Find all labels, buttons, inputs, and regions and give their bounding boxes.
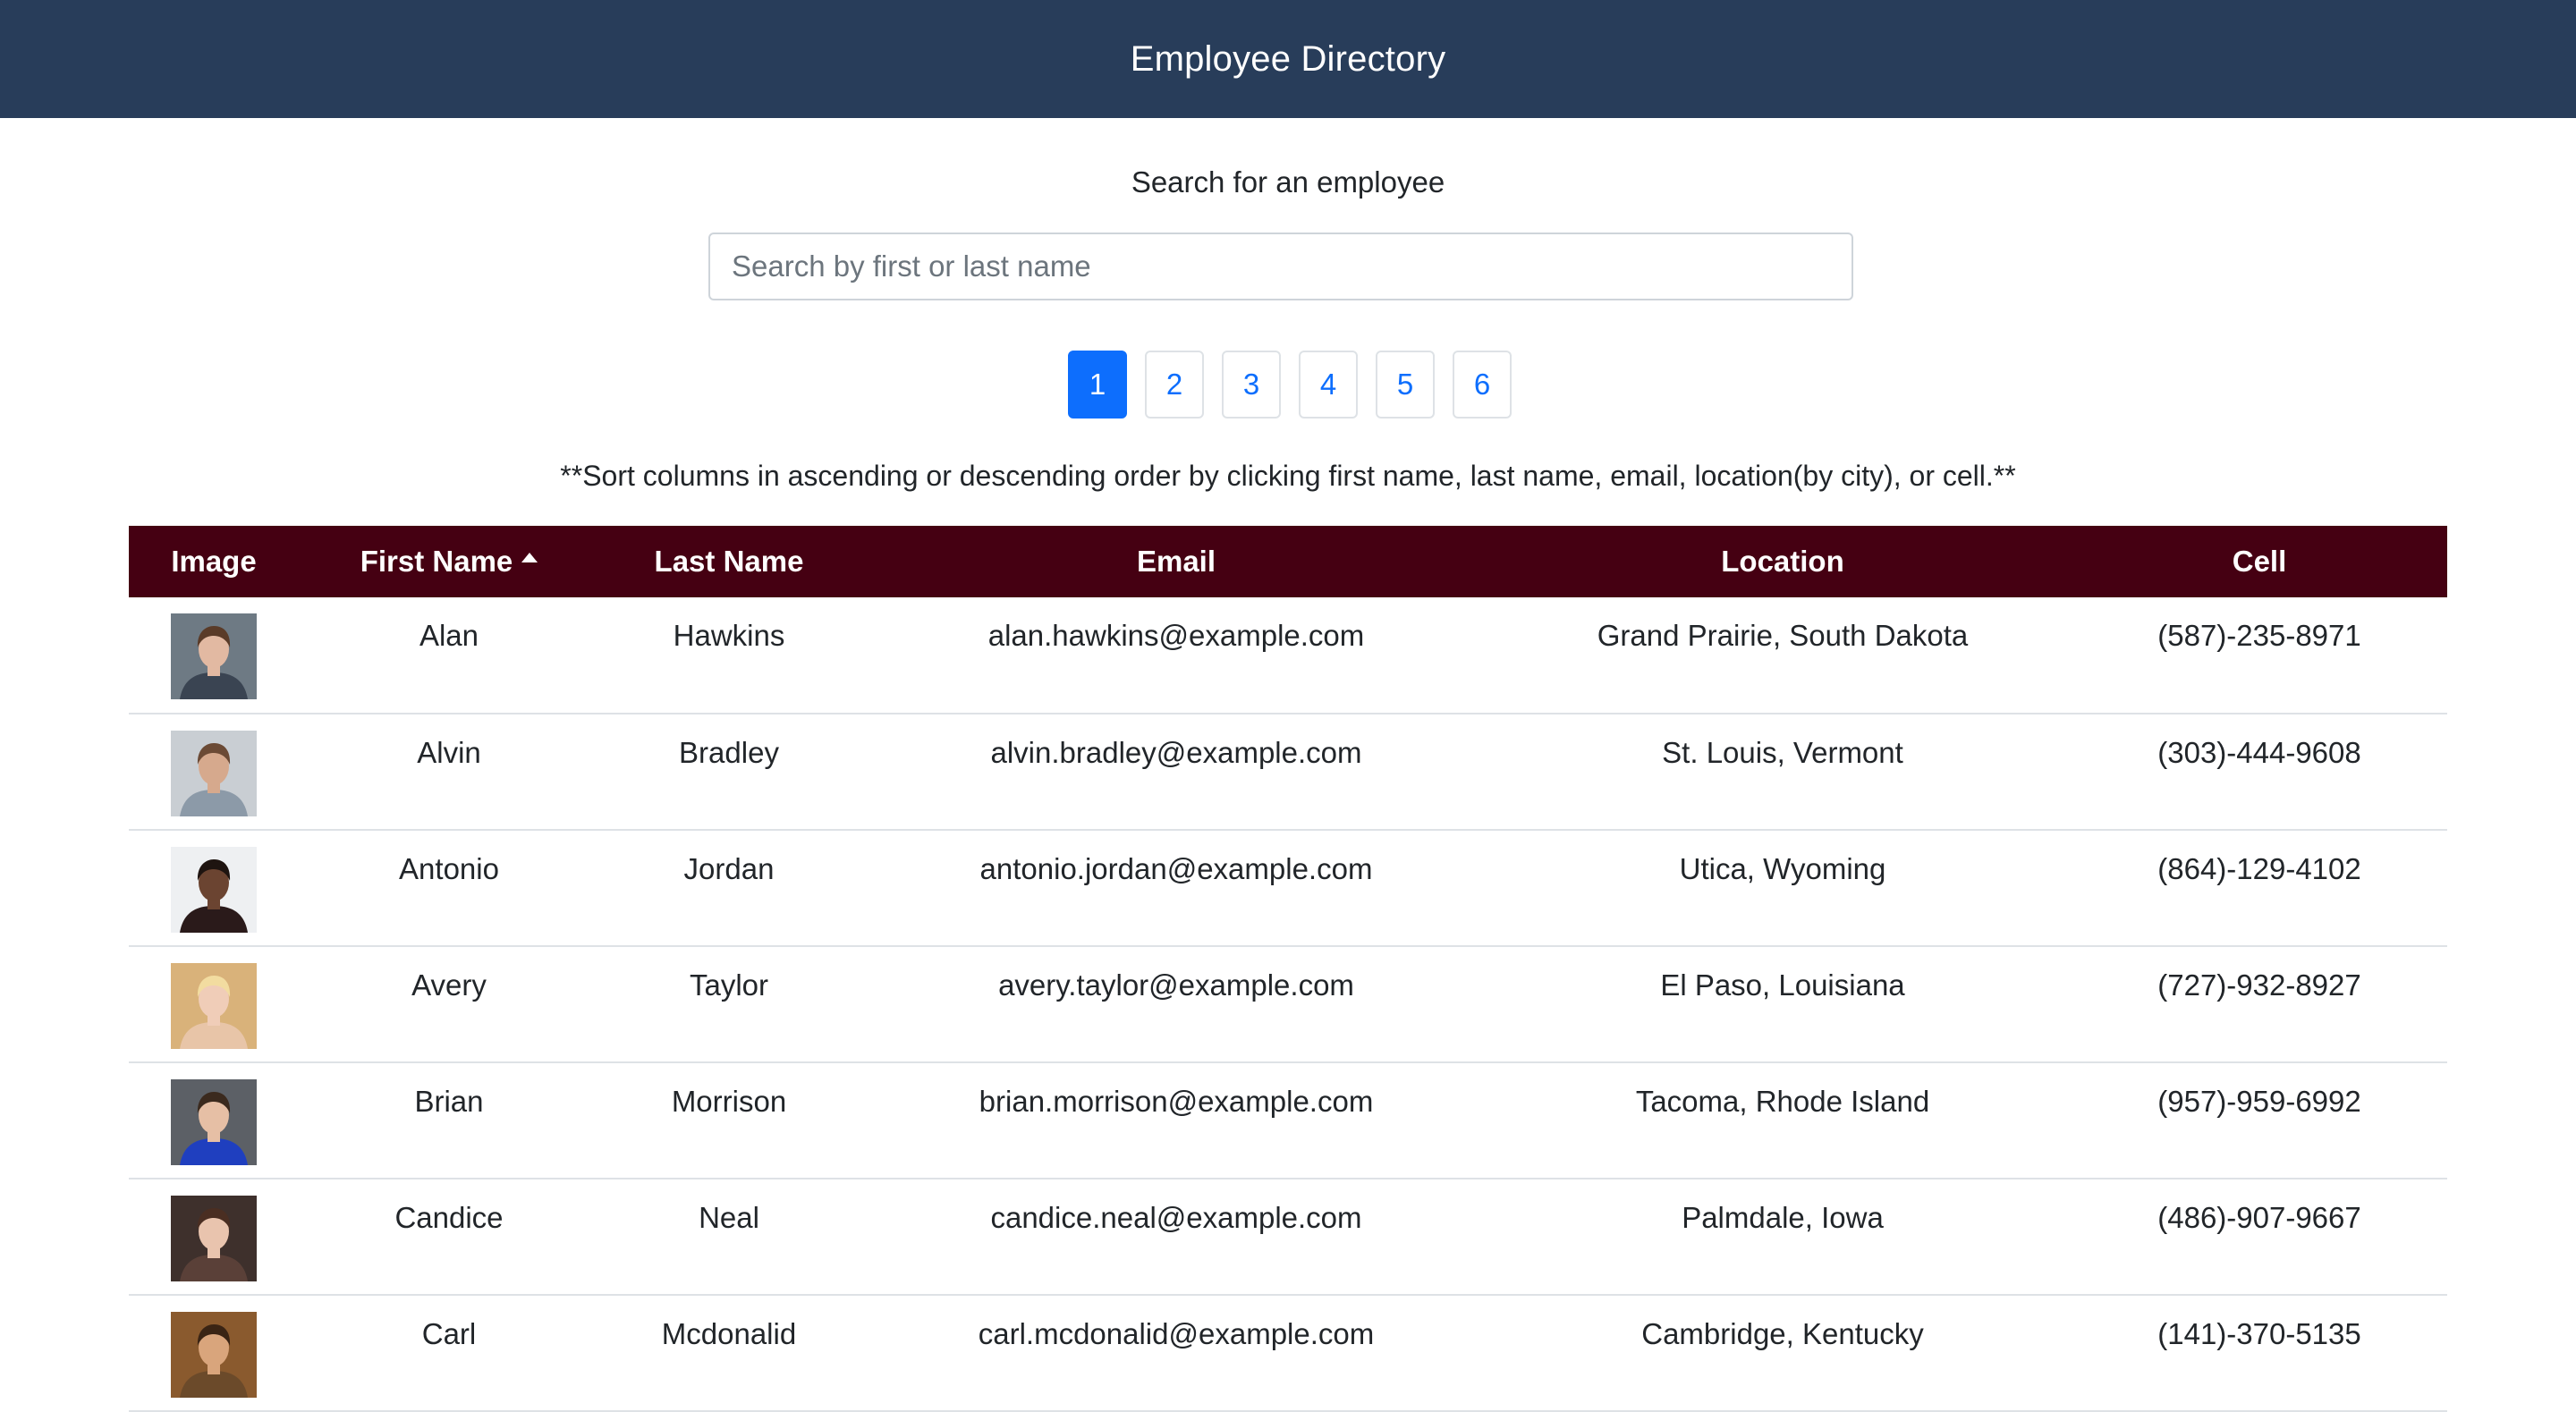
table-row: Avery Taylor avery.taylor@example.com El Pa…: [129, 946, 2447, 1062]
cell-last-name: Neal: [699, 1201, 759, 1234]
cell-last-name: Mcdonalid: [661, 1317, 797, 1350]
cell-last-name: Bradley: [679, 736, 779, 769]
column-header-label: Location: [1721, 545, 1844, 578]
table-header-row: Image First Name Last Name Email Locatio…: [129, 526, 2447, 597]
cell-image: [129, 714, 299, 830]
table-body: Alan Hawkins alan.hawkins@example.com Grand…: [129, 597, 2447, 1411]
sort-instructions: **Sort columns in ascending or descendin…: [560, 460, 2016, 492]
cell-image: [129, 946, 299, 1062]
cell-first-name: Antonio: [399, 852, 499, 885]
page-button-3[interactable]: 3: [1222, 351, 1281, 419]
column-header-label: Cell: [2232, 545, 2287, 578]
avatar: [171, 963, 257, 1049]
column-header-last-name[interactable]: Last Name: [599, 526, 859, 597]
column-header-location[interactable]: Location: [1494, 526, 2072, 597]
cell-phone: (587)-235-8971: [2157, 619, 2361, 652]
cell-last-name: Jordan: [683, 852, 775, 885]
page-button-2[interactable]: 2: [1145, 351, 1204, 419]
cell-location: Palmdale, Iowa: [1682, 1201, 1884, 1234]
avatar: [171, 613, 257, 699]
page-button-6[interactable]: 6: [1453, 351, 1512, 419]
page-button-5[interactable]: 5: [1376, 351, 1435, 419]
avatar: [171, 1312, 257, 1398]
cell-first-name: Alvin: [417, 736, 481, 769]
avatar: [171, 1079, 257, 1165]
cell-first-name: Candice: [394, 1201, 504, 1234]
column-header-label: Last Name: [654, 545, 804, 578]
cell-first-name: Brian: [414, 1085, 484, 1118]
column-header-email[interactable]: Email: [859, 526, 1494, 597]
cell-location: Grand Prairie, South Dakota: [1597, 619, 1969, 652]
table-row: Antonio Jordan antonio.jordan@example.com U…: [129, 830, 2447, 946]
column-header-first-name[interactable]: First Name: [299, 526, 599, 597]
cell-email: carl.mcdonalid@example.com: [978, 1317, 1375, 1350]
cell-location: Utica, Wyoming: [1679, 852, 1886, 885]
pagination: 123456: [1068, 351, 1512, 419]
cell-image: [129, 1179, 299, 1295]
employee-table: Image First Name Last Name Email Locatio…: [129, 526, 2447, 1412]
table-row: Alan Hawkins alan.hawkins@example.com Grand…: [129, 597, 2447, 714]
cell-email: candice.neal@example.com: [990, 1201, 1362, 1234]
table-row: Candice Neal candice.neal@example.com Palmd…: [129, 1179, 2447, 1295]
column-header-image: Image: [129, 526, 299, 597]
page-button-1[interactable]: 1: [1068, 351, 1127, 419]
cell-image: [129, 1295, 299, 1411]
navbar: Employee Directory: [0, 0, 2576, 118]
avatar: [171, 1196, 257, 1281]
cell-phone: (303)-444-9608: [2157, 736, 2361, 769]
column-header-cell[interactable]: Cell: [2072, 526, 2447, 597]
cell-phone: (957)-959-6992: [2157, 1085, 2361, 1118]
cell-email: alvin.bradley@example.com: [990, 736, 1362, 769]
cell-image: [129, 597, 299, 714]
sort-ascending-icon: [521, 553, 538, 562]
table-row: Alvin Bradley alvin.bradley@example.com St.…: [129, 714, 2447, 830]
cell-email: antonio.jordan@example.com: [979, 852, 1373, 885]
cell-image: [129, 1062, 299, 1179]
table-row: Brian Morrison brian.morrison@example.com T…: [129, 1062, 2447, 1179]
avatar: [171, 847, 257, 933]
cell-phone: (486)-907-9667: [2157, 1201, 2361, 1234]
cell-last-name: Taylor: [689, 968, 769, 1002]
cell-email: alan.hawkins@example.com: [987, 619, 1365, 652]
search-input[interactable]: [708, 233, 1853, 300]
cell-first-name: Alan: [419, 619, 479, 652]
column-header-label: Email: [1136, 545, 1216, 578]
cell-location: St. Louis, Vermont: [1662, 736, 1903, 769]
cell-image: [129, 830, 299, 946]
column-header-label: First Name: [360, 545, 513, 578]
avatar: [171, 731, 257, 816]
cell-phone: (864)-129-4102: [2157, 852, 2361, 885]
cell-first-name: Avery: [411, 968, 487, 1002]
table-header: Image First Name Last Name Email Locatio…: [129, 526, 2447, 597]
column-header-label: Image: [171, 545, 257, 578]
cell-phone: (141)-370-5135: [2157, 1317, 2361, 1350]
cell-phone: (727)-932-8927: [2157, 968, 2361, 1002]
cell-last-name: Morrison: [671, 1085, 787, 1118]
cell-last-name: Hawkins: [673, 619, 785, 652]
cell-email: brian.morrison@example.com: [979, 1085, 1374, 1118]
cell-location: El Paso, Louisiana: [1660, 968, 1905, 1002]
page-title: Employee Directory: [1130, 38, 1446, 79]
page-button-4[interactable]: 4: [1299, 351, 1358, 419]
cell-email: avery.taylor@example.com: [998, 968, 1354, 1002]
cell-location: Cambridge, Kentucky: [1641, 1317, 1924, 1350]
table-row: Carl Mcdonalid carl.mcdonalid@example.com C…: [129, 1295, 2447, 1411]
cell-first-name: Carl: [421, 1317, 477, 1350]
cell-location: Tacoma, Rhode Island: [1635, 1085, 1930, 1118]
employee-table-container: Image First Name Last Name Email Locatio…: [129, 526, 2447, 1412]
search-label: Search for an employee: [1131, 165, 1445, 199]
